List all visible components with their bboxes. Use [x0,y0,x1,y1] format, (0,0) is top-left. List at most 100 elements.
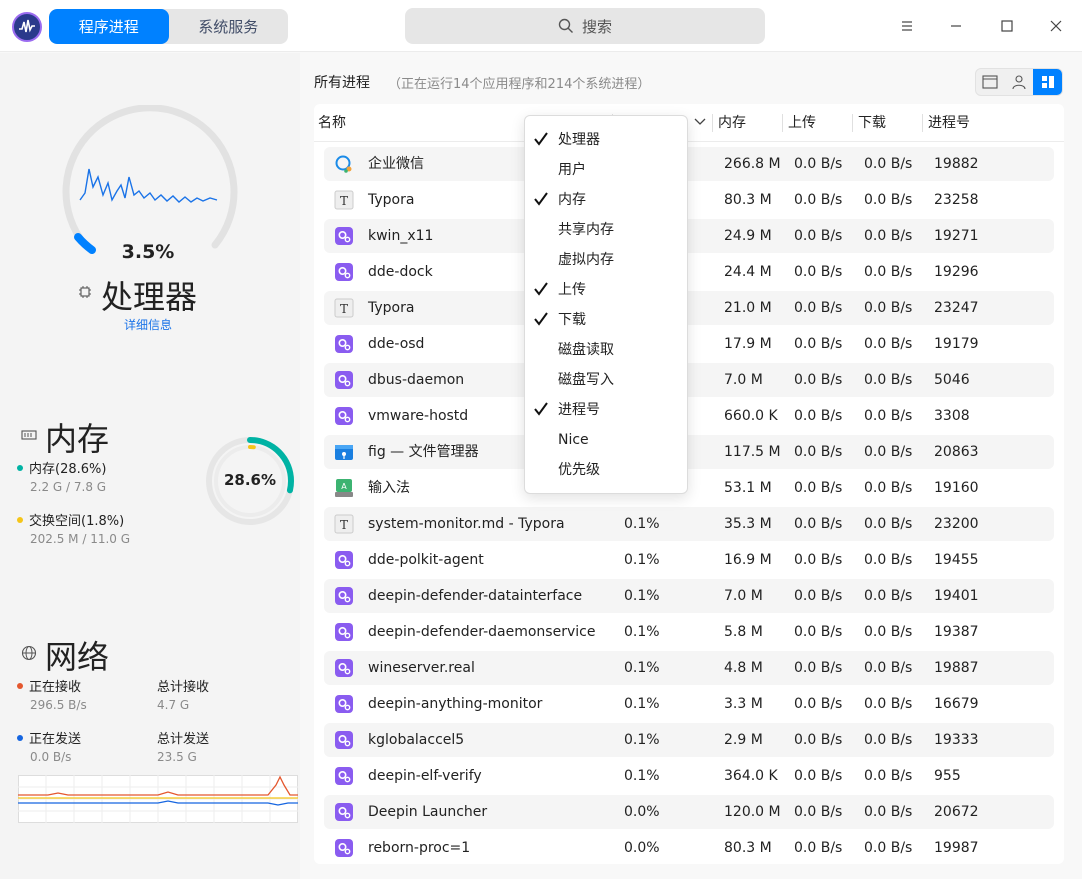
process-download: 0.0 B/s [864,444,913,460]
process-gear-icon [334,550,354,570]
process-memory: 80.3 M [724,840,772,856]
column-divider [852,114,853,132]
close-button[interactable] [1042,12,1070,40]
table-row[interactable]: T Typora 80.3 M 0.0 B/s 0.0 B/s 23258 [324,183,1054,217]
cpu-detail-link[interactable]: 详细信息 [124,316,172,333]
table-row[interactable]: deepin-defender-daemonservice 0.1% 5.8 M 0.… [324,615,1054,649]
menu-item-label: 进程号 [558,402,600,418]
process-download: 0.0 B/s [864,588,913,604]
filter-all-button[interactable] [1033,69,1062,95]
sort-chevron-down-icon[interactable] [694,118,706,126]
menu-item-column[interactable]: 进程号 [525,395,687,425]
tab-services[interactable]: 系统服务 [169,9,289,44]
sending-value: 0.0 B/s [30,750,72,764]
table-row[interactable]: wineserver.real 0.1% 4.8 M 0.0 B/s 0.0 B/s 19… [324,651,1054,685]
table-row[interactable]: dbus-daemon 7.0 M 0.0 B/s 0.0 B/s 5046 [324,363,1054,397]
process-download: 0.0 B/s [864,300,913,316]
memory-legend: 内存(28.6%) [17,458,106,477]
menu-item-column[interactable]: 用户 [525,155,687,185]
table-row[interactable]: Deepin Launcher 0.0% 120.0 M 0.0 B/s 0.0 B/s… [324,795,1054,829]
minimize-button[interactable] [942,12,970,40]
menu-item-label: 下载 [558,312,586,328]
swap-value: 202.5 M / 11.0 G [30,532,131,546]
globe-icon [21,645,37,661]
column-name[interactable]: 名称 [318,104,346,142]
memory-ring-percent: 28.6% [223,471,277,489]
table-row[interactable]: 企业微信 266.8 M 0.0 B/s 0.0 B/s 19882 [324,147,1054,181]
menu-button[interactable] [893,12,921,40]
svg-text:A: A [341,482,347,491]
menu-item-column[interactable]: 处理器 [525,125,687,155]
process-pid: 19882 [934,156,979,172]
process-download: 0.0 B/s [864,804,913,820]
menu-item-label: 共享内存 [558,222,614,238]
search-placeholder: 搜索 [581,17,612,36]
table-row[interactable]: deepin-defender-datainterface 0.1% 7.0 M 0.… [324,579,1054,613]
process-pid: 20672 [934,804,979,820]
table-row[interactable]: dde-dock 24.4 M 0.0 B/s 0.0 B/s 19296 [324,255,1054,289]
cpu-chip-icon [79,286,91,298]
process-memory: 53.1 M [724,480,772,496]
menu-item-column[interactable]: 磁盘读取 [525,335,687,365]
table-row[interactable]: A输入法0.1%53.1 M0.0 B/s0.0 B/s19160 [324,471,1054,505]
menu-item-column[interactable]: 共享内存 [525,215,687,245]
menu-item-column[interactable]: 虚拟内存 [525,245,687,275]
process-download: 0.0 B/s [864,264,913,280]
table-row[interactable]: Tsystem-monitor.md - Typora 0.1% 35.3 M 0.0… [324,507,1054,541]
tab-programs[interactable]: 程序进程 [49,9,169,44]
process-table: 名称 内存 上传 下载 进程号 企业微信 266.8 M 0.0 B/s 0.0 B/… [314,104,1064,864]
menu-item-column[interactable]: 上传 [525,275,687,305]
receiving-legend: 正在接收 [17,676,81,695]
process-gear-icon [334,802,354,822]
table-row[interactable]: reborn-proc=1 0.0% 80.3 M 0.0 B/s 0.0 B/s 199… [324,831,1054,864]
process-pid: 19333 [934,732,979,748]
network-title: 网络 [45,638,110,676]
process-cpu: 0.1% [624,588,660,604]
process-pid: 19987 [934,840,979,856]
table-row[interactable]: fig — 文件管理器 117.5 M 0.0 B/s 0.0 B/s 20863 [324,435,1054,469]
process-name: dbus-daemon [368,372,465,388]
process-upload: 0.0 B/s [794,768,843,784]
swap-dot [17,516,23,523]
table-row[interactable]: kglobalaccel5 0.1% 2.9 M 0.0 B/s 0.0 B/s 1933… [324,723,1054,757]
table-row[interactable]: dde-polkit-agent 0.1% 16.9 M 0.0 B/s 0.0 B/s… [324,543,1054,577]
process-memory: 24.9 M [724,228,772,244]
menu-item-column[interactable]: 内存 [525,185,687,215]
menu-item-column[interactable]: 下载 [525,305,687,335]
process-pid: 19271 [934,228,979,244]
table-row[interactable]: vmware-hostd 660.0 K 0.0 B/s 0.0 B/s 3308 [324,399,1054,433]
menu-item-label: 磁盘写入 [558,372,614,388]
menu-item-column[interactable]: 磁盘写入 [525,365,687,395]
total-sent-label: 总计发送 [157,732,210,747]
column-memory[interactable]: 内存 [718,104,746,142]
process-name: dde-osd [368,336,425,352]
memory-title: 内存 [45,420,110,458]
table-row[interactable]: deepin-elf-verify 0.1% 364.0 K 0.0 B/s 0.0 B… [324,759,1054,793]
menu-item-column[interactable]: Nice [525,425,687,455]
typora-icon: T [334,298,354,318]
process-header: 所有进程 （正在运行14个应用程序和214个系统进程） [314,72,650,92]
table-row[interactable]: deepin-anything-monitor 0.1% 3.3 M 0.0 B/s 0… [324,687,1054,721]
column-upload[interactable]: 上传 [788,104,816,142]
menu-item-label: 优先级 [558,462,600,478]
table-row[interactable]: kwin_x11 24.9 M 0.0 B/s 0.0 B/s 19271 [324,219,1054,253]
process-pid: 19179 [934,336,979,352]
column-download[interactable]: 下载 [858,104,886,142]
process-cpu: 0.1% [624,624,660,640]
menu-item-column[interactable]: 优先级 [525,455,687,485]
process-upload: 0.0 B/s [794,480,843,496]
cpu-percent: 3.5% [121,241,175,263]
filter-apps-button[interactable] [976,69,1005,95]
app-window-icon [982,75,998,89]
menu-item-label: Nice [558,432,589,448]
process-pid: 5046 [934,372,970,388]
maximize-button[interactable] [993,12,1021,40]
column-pid[interactable]: 进程号 [928,104,970,142]
process-pid: 19455 [934,552,979,568]
table-row[interactable]: dde-osd 17.9 M 0.0 B/s 0.0 B/s 19179 [324,327,1054,361]
process-cpu: 0.1% [624,660,660,676]
search-input[interactable]: 搜索 [405,8,765,44]
table-row[interactable]: T Typora 21.0 M 0.0 B/s 0.0 B/s 23247 [324,291,1054,325]
process-name: deepin-defender-datainterface [368,588,583,604]
filter-user-button[interactable] [1005,69,1034,95]
